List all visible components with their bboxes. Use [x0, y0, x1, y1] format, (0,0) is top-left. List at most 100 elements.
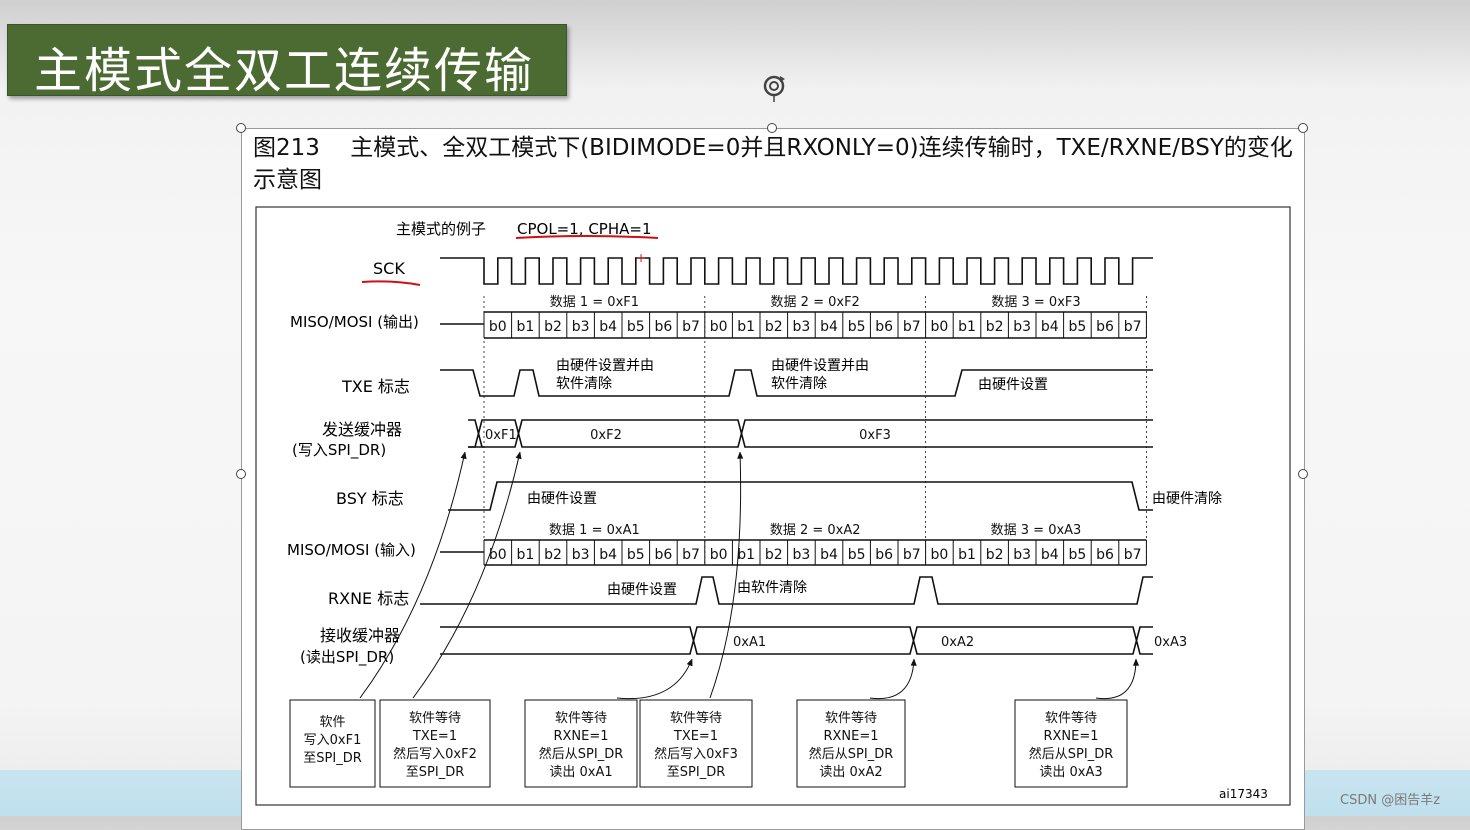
miso-mosi-out-bit-1: b1 — [517, 319, 535, 335]
software-box-1-line-2: 然后写入0xF2 — [393, 746, 477, 762]
software-box-4-line-1: RXNE=1 — [823, 729, 878, 744]
software-box-4-line-0: 软件等待 — [825, 710, 877, 726]
miso-mosi-in-bit-18: b2 — [986, 547, 1004, 563]
rx-buffer-label: 接收缓冲器 — [320, 626, 400, 645]
software-box-2-line-3: 读出 0xA1 — [549, 765, 612, 780]
miso-mosi-out-bit-11: b3 — [793, 319, 811, 335]
miso-mosi-in-bit-20: b4 — [1041, 547, 1059, 563]
example-label: 主模式的例子 — [396, 220, 486, 238]
miso-mosi-in-bit-14: b6 — [875, 547, 893, 563]
software-box-0-line-0: 软件 — [319, 715, 345, 730]
software-box-2-line-2: 然后从SPI_DR — [539, 746, 623, 762]
rx-value-1: 0xA2 — [941, 635, 974, 650]
rxne-set-note: 由硬件设置 — [607, 582, 677, 598]
miso-mosi-in-bit-16: b0 — [931, 547, 949, 563]
rxne-label: RXNE 标志 — [328, 589, 409, 608]
sck-label: SCK — [373, 259, 405, 278]
miso-mosi-in-byte-label-1: 数据 2 = 0xA2 — [770, 523, 861, 538]
miso-mosi-out-bit-17: b1 — [958, 319, 976, 335]
software-box-5-line-0: 软件等待 — [1045, 710, 1097, 726]
tx-value-0: 0xF1 — [485, 428, 517, 443]
miso-mosi-in-label: MISO/MOSI (输入) — [287, 541, 416, 559]
miso-mosi-in-bit-21: b5 — [1069, 547, 1087, 563]
software-box-2-line-1: RXNE=1 — [553, 729, 608, 744]
rx-buffer-sub-label: (读出SPI_DR) — [300, 648, 394, 667]
miso-mosi-in-bit-10: b2 — [765, 547, 783, 563]
software-box-3-line-1: TXE=1 — [673, 729, 718, 744]
miso-mosi-in-byte-label-0: 数据 1 = 0xA1 — [549, 523, 640, 538]
txe-note-2a: 由硬件设置并由 — [771, 358, 869, 374]
miso-mosi-out-bit-13: b5 — [848, 319, 866, 335]
miso-mosi-in-bit-5: b5 — [627, 547, 645, 563]
miso-mosi-out-byte-label-2: 数据 3 = 0xF3 — [991, 295, 1080, 310]
rxne-clear-note: 由软件清除 — [737, 580, 807, 596]
txe-note-2b: 软件清除 — [771, 376, 827, 392]
miso-mosi-out-bit-7: b7 — [682, 319, 700, 335]
timing-diagram: b0 b1 b2 b3 b4 b5 b6 b7 b0 b1 b2 b3 b4 b5 b6 b7 b0 b1 b2 b3… — [255, 206, 1291, 806]
software-box-0-line-1: 写入0xF1 — [304, 733, 362, 748]
miso-mosi-in-bit-15: b7 — [903, 547, 921, 563]
miso-mosi-in-bit-22: b6 — [1096, 547, 1114, 563]
software-box-0-line-2: 至SPI_DR — [303, 751, 361, 766]
software-box-1-line-1: TXE=1 — [412, 729, 457, 744]
miso-mosi-in-bit-19: b3 — [1013, 547, 1031, 563]
miso-mosi-out-bit-5: b5 — [627, 319, 645, 335]
miso-mosi-out-bit-23: b7 — [1124, 319, 1142, 335]
tx-buffer-label: 发送缓冲器 — [322, 420, 402, 439]
miso-mosi-out-bit-10: b2 — [765, 319, 783, 335]
miso-mosi-in-bit-3: b3 — [572, 547, 590, 563]
miso-mosi-out-bit-16: b0 — [931, 319, 949, 335]
figure-id: ai17343 — [1219, 787, 1268, 801]
miso-mosi-out-bit-8: b0 — [710, 319, 728, 335]
software-box-2-line-0: 软件等待 — [555, 710, 607, 726]
miso-mosi-in-bit-11: b3 — [793, 547, 811, 563]
txe-note-3: 由硬件设置 — [978, 377, 1048, 393]
software-box-4-line-2: 然后从SPI_DR — [809, 746, 893, 762]
software-box-3-line-2: 然后写入0xF3 — [654, 746, 738, 762]
bsy-clear-note: 由硬件清除 — [1152, 491, 1222, 507]
miso-mosi-out-bit-19: b3 — [1013, 319, 1031, 335]
rx-value-2: 0xA3 — [1154, 635, 1187, 650]
txe-note-1b: 软件清除 — [556, 376, 612, 392]
software-box-1-line-0: 软件等待 — [409, 710, 461, 726]
miso-mosi-out-bit-6: b6 — [655, 319, 673, 335]
bsy-label: BSY 标志 — [336, 489, 404, 508]
txe-label: TXE 标志 — [341, 377, 410, 396]
rx-value-0: 0xA1 — [733, 635, 766, 650]
miso-mosi-out-bit-0: b0 — [489, 319, 507, 335]
software-box-4-line-3: 读出 0xA2 — [819, 765, 882, 780]
miso-mosi-out-bit-3: b3 — [572, 319, 590, 335]
miso-mosi-out-bit-22: b6 — [1096, 319, 1114, 335]
miso-mosi-in-bit-4: b4 — [599, 547, 617, 563]
software-box-5-line-3: 读出 0xA3 — [1039, 765, 1102, 780]
tx-value-1: 0xF2 — [590, 428, 622, 443]
miso-mosi-in-bit-23: b7 — [1124, 547, 1142, 563]
miso-mosi-out-bit-4: b4 — [599, 319, 617, 335]
miso-mosi-in-bit-9: b1 — [737, 547, 755, 563]
watermark: CSDN @困告羊z — [1340, 793, 1441, 808]
miso-mosi-in-bit-13: b5 — [848, 547, 866, 563]
miso-mosi-out-bit-12: b4 — [820, 319, 838, 335]
miso-mosi-out-byte-label-0: 数据 1 = 0xF1 — [550, 295, 639, 310]
miso-mosi-out-byte-label-1: 数据 2 = 0xF2 — [771, 295, 860, 310]
miso-mosi-out-bit-2: b2 — [544, 319, 562, 335]
miso-mosi-out-bit-20: b4 — [1041, 319, 1059, 335]
software-box-1-line-3: 至SPI_DR — [406, 765, 464, 780]
miso-mosi-out-bit-14: b6 — [875, 319, 893, 335]
software-box-3-line-0: 软件等待 — [670, 710, 722, 726]
miso-mosi-in-bit-17: b1 — [958, 547, 976, 563]
miso-mosi-in-bit-0: b0 — [489, 547, 507, 563]
software-box-5-line-1: RXNE=1 — [1043, 729, 1098, 744]
red-plus-mark: + — [636, 251, 646, 265]
miso-mosi-out-bit-18: b2 — [986, 319, 1004, 335]
txe-note-1a: 由硬件设置并由 — [556, 358, 654, 374]
miso-mosi-out-label: MISO/MOSI (输出) — [290, 313, 419, 331]
software-box-3-line-3: 至SPI_DR — [667, 765, 725, 780]
miso-mosi-out-bit-21: b5 — [1069, 319, 1087, 335]
miso-mosi-in-byte-label-2: 数据 3 = 0xA3 — [991, 523, 1082, 538]
miso-mosi-out-bit-15: b7 — [903, 319, 921, 335]
tx-buffer-sub-label: (写入SPI_DR) — [292, 441, 386, 460]
miso-mosi-in-bit-7: b7 — [682, 547, 700, 563]
tx-value-2: 0xF3 — [859, 428, 891, 443]
miso-mosi-out-bit-9: b1 — [737, 319, 755, 335]
